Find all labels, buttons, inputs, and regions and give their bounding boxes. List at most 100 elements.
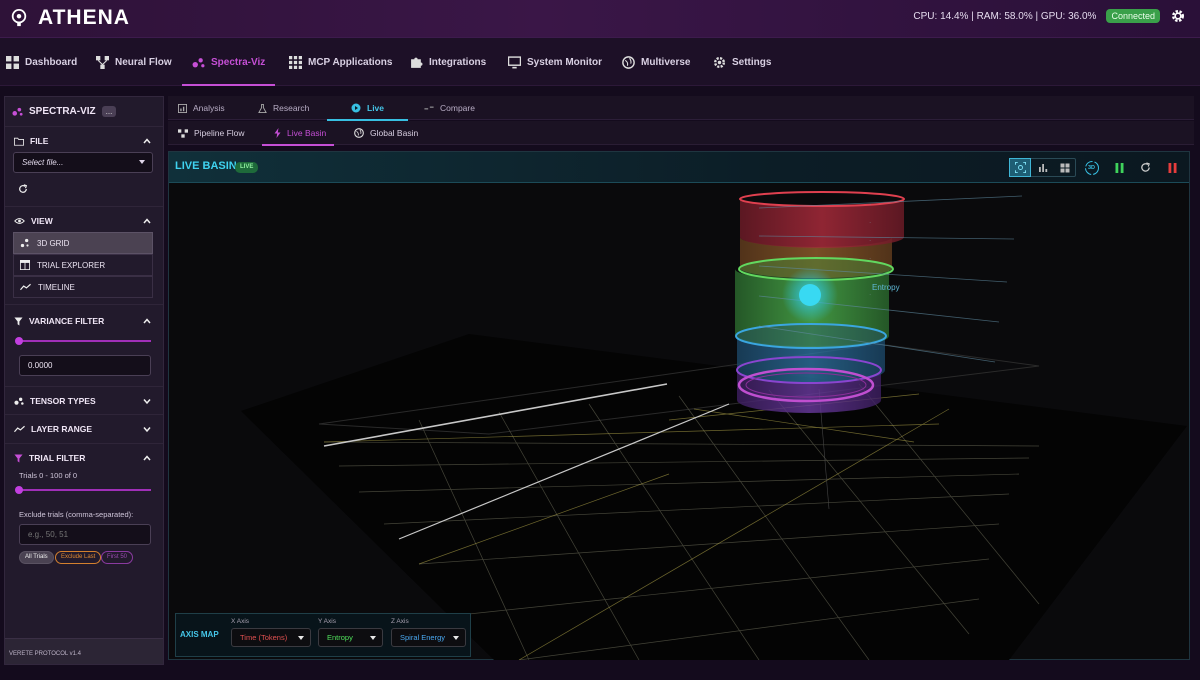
- view-timeline[interactable]: TIMELINE: [13, 276, 153, 298]
- chip-first-50[interactable]: First 50: [101, 551, 134, 564]
- grid-view-button[interactable]: [1054, 159, 1075, 176]
- flow-icon: [178, 128, 188, 138]
- subtab-live-basin[interactable]: Live Basin: [261, 121, 335, 146]
- sidebar-header: SPECTRA-VIZ ...: [5, 97, 163, 127]
- connection-badge: Connected: [1106, 9, 1160, 23]
- chart-icon: [178, 103, 187, 113]
- exclude-trials-input[interactable]: [19, 524, 151, 545]
- tensor-types-section: TENSOR TYPES: [5, 387, 163, 415]
- brain-logo-icon: [11, 9, 27, 27]
- settings-gear-icon[interactable]: [1170, 8, 1186, 24]
- nav-mcp-applications[interactable]: MCP Applications: [289, 38, 392, 86]
- trial-slider-thumb[interactable]: [15, 486, 23, 494]
- layer-range-header[interactable]: LAYER RANGE: [14, 424, 92, 434]
- globe-icon: [622, 55, 635, 69]
- view-tabs: Analysis Research Live Compare: [168, 96, 1194, 121]
- stop-stream-button[interactable]: [1162, 159, 1183, 176]
- filter-icon: [14, 453, 23, 463]
- tab-live[interactable]: Live: [326, 96, 409, 121]
- trial-range-text: Trials 0 - 100 of 0: [19, 471, 78, 480]
- svg-text:-: -: [869, 220, 871, 225]
- tensor-types-header[interactable]: TENSOR TYPES: [14, 396, 96, 406]
- svg-text:-: -: [869, 274, 871, 279]
- svg-text:-: -: [869, 256, 871, 261]
- brand[interactable]: ATHENA: [10, 6, 130, 30]
- focus-view-button[interactable]: [1009, 158, 1031, 177]
- nav-spectra-viz[interactable]: Spectra-Viz: [182, 38, 276, 86]
- trial-slider[interactable]: [19, 489, 151, 491]
- caret-down-icon: [453, 636, 459, 640]
- nav-system-monitor[interactable]: System Monitor: [508, 38, 602, 86]
- system-status: CPU: 14.4% | RAM: 58.0% | GPU: 36.0% Con…: [913, 8, 1186, 24]
- view-section-header[interactable]: VIEW: [14, 216, 53, 226]
- 3d-toggle-button[interactable]: 3D: [1081, 159, 1102, 176]
- variance-value-input[interactable]: 0.0000: [19, 355, 151, 376]
- file-section-header[interactable]: FILE: [14, 136, 48, 146]
- svg-text:-: -: [869, 238, 871, 243]
- variance-slider-thumb[interactable]: [15, 337, 23, 345]
- z-axis-select[interactable]: Spiral Energy: [391, 628, 466, 647]
- variance-slider[interactable]: [19, 340, 151, 342]
- bar-view-button[interactable]: [1032, 159, 1053, 176]
- nav-integrations[interactable]: Integrations: [410, 38, 486, 86]
- trend-line-icon: [20, 283, 31, 291]
- refresh-icon[interactable]: [18, 184, 28, 194]
- chevron-up-icon[interactable]: [143, 454, 151, 462]
- chevron-up-icon[interactable]: [143, 217, 151, 225]
- nav-dashboard[interactable]: Dashboard: [6, 38, 77, 86]
- bolt-icon: [274, 128, 281, 138]
- view-3d-grid[interactable]: 3D GRID: [13, 232, 153, 254]
- panel-title: LIVE BASIN: [175, 160, 237, 172]
- live-basin-panel: LIVE BASIN LIVE 3D - - - - - - Entropy A…: [168, 151, 1190, 660]
- pause-button[interactable]: [1109, 159, 1130, 176]
- sidebar: SPECTRA-VIZ ... FILE Select file... VIEW…: [4, 96, 164, 665]
- subtab-pipeline-flow[interactable]: Pipeline Flow: [178, 121, 245, 145]
- more-button[interactable]: ...: [101, 106, 117, 117]
- grid-icon: [6, 55, 19, 69]
- refresh-icon: [1141, 162, 1150, 172]
- chevron-down-icon[interactable]: [143, 397, 151, 405]
- entropy-axis-label: Entropy: [872, 283, 900, 292]
- compare-icon: [424, 106, 434, 110]
- caret-down-icon: [298, 636, 304, 640]
- panel-header: LIVE BASIN LIVE 3D: [169, 152, 1189, 183]
- file-select[interactable]: Select file...: [13, 152, 153, 173]
- y-axis-control: Y Axis Entropy: [318, 618, 383, 647]
- y-axis-select[interactable]: Entropy: [318, 628, 383, 647]
- chevron-up-icon[interactable]: [143, 137, 151, 145]
- globe-icon: [354, 128, 364, 138]
- axis-map: AXIS MAP X Axis Time (Tokens) Y Axis Ent…: [175, 613, 471, 657]
- view-trial-explorer[interactable]: TRIAL EXPLORER: [13, 254, 153, 276]
- variance-filter-header[interactable]: VARIANCE FILTER: [14, 316, 104, 326]
- variance-filter-section: VARIANCE FILTER 0.0000: [5, 305, 163, 387]
- dots-icon: [12, 107, 23, 116]
- bar-chart-icon: [1038, 163, 1047, 172]
- scatter-icon: [20, 238, 29, 248]
- svg-text:-: -: [869, 292, 871, 297]
- subtab-global-basin[interactable]: Global Basin: [354, 121, 418, 145]
- tab-analysis[interactable]: Analysis: [178, 96, 225, 120]
- chevron-up-icon[interactable]: [143, 317, 151, 325]
- table-icon: [20, 260, 30, 270]
- grid-icon: [1060, 163, 1069, 172]
- trial-filter-section: TRIAL FILTER Trials 0 - 100 of 0 Exclude…: [5, 444, 163, 580]
- resource-stats: CPU: 14.4% | RAM: 58.0% | GPU: 36.0%: [913, 10, 1097, 22]
- apps-icon: [289, 55, 302, 69]
- tab-compare[interactable]: Compare: [424, 96, 475, 120]
- nav-neural-flow[interactable]: Neural Flow: [96, 38, 172, 86]
- nav-multiverse[interactable]: Multiverse: [622, 38, 690, 86]
- tab-research[interactable]: Research: [258, 96, 309, 120]
- x-axis-select[interactable]: Time (Tokens): [231, 628, 311, 647]
- trial-filter-header[interactable]: TRIAL FILTER: [14, 453, 85, 463]
- live-badge: LIVE: [235, 162, 259, 173]
- main-nav: Dashboard Neural Flow Spectra-Viz MCP Ap…: [0, 38, 1200, 86]
- chip-exclude-last[interactable]: Exclude Last: [55, 551, 102, 564]
- caret-down-icon: [370, 636, 376, 640]
- reload-button[interactable]: [1135, 159, 1156, 176]
- nav-settings[interactable]: Settings: [713, 38, 771, 86]
- state-orb[interactable]: [799, 284, 821, 306]
- basin-3d-scene[interactable]: - - - - - - Entropy: [169, 184, 1189, 660]
- chevron-down-icon[interactable]: [143, 425, 151, 433]
- flask-icon: [258, 103, 267, 113]
- chip-all-trials[interactable]: All Trials: [19, 551, 54, 564]
